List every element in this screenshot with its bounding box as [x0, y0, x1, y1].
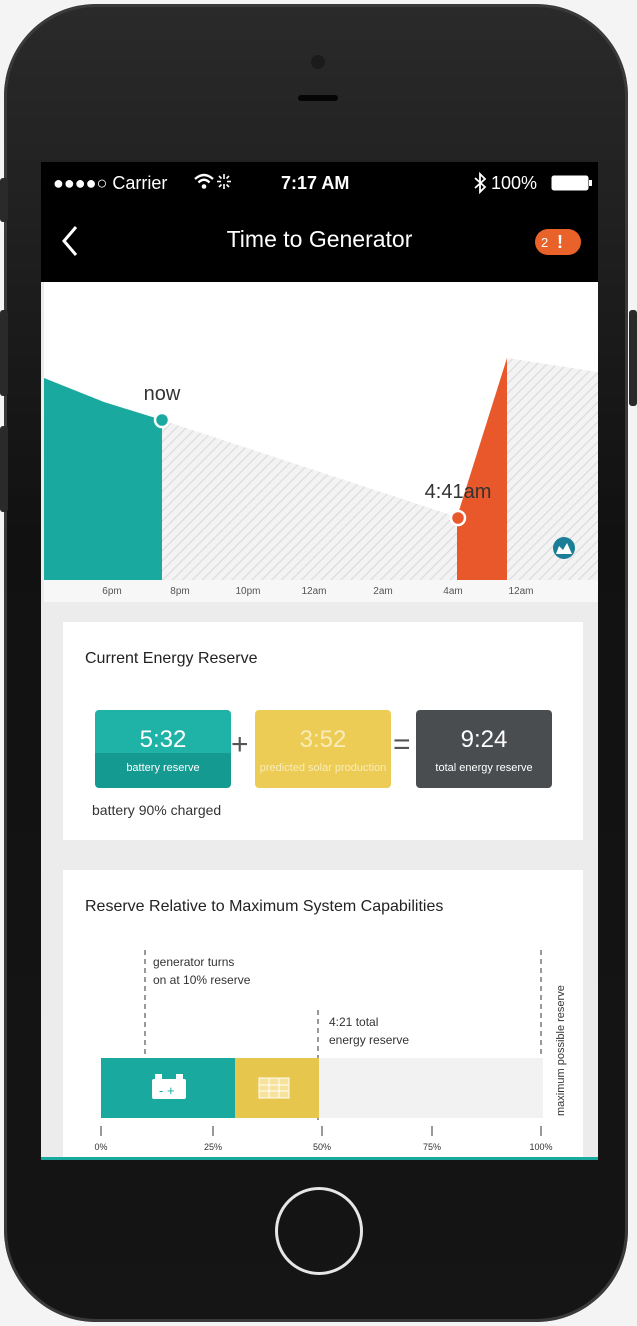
chart-view-icon[interactable] — [553, 537, 575, 559]
total-reserve-value: 9:24 — [460, 726, 508, 753]
battery-history-area — [44, 378, 162, 580]
earpiece-speaker — [298, 95, 338, 101]
volume-up-button — [0, 310, 8, 396]
percent-tick-label: 50% — [313, 1142, 331, 1152]
battery-charge-note: battery 90% charged — [92, 802, 222, 818]
battery-percent: 100% — [491, 173, 538, 193]
power-button — [629, 310, 637, 406]
tick-label: 12am — [508, 586, 533, 597]
projected-reserve-area — [162, 420, 457, 580]
alert-count: 2 — [541, 235, 549, 250]
status-bar: ●●●●○ Carrier 7:17 AM 100% — [41, 162, 598, 204]
solar-panel-icon — [258, 1077, 290, 1099]
percent-tick-label: 75% — [423, 1142, 441, 1152]
tick-label: 8pm — [170, 586, 189, 597]
tick-label: 12am — [301, 586, 326, 597]
timeline-chart: now 4:41am 6pm 8pm 10pm 12am 2am 4am 12a… — [44, 358, 598, 602]
solar-production-value: 3:52 — [299, 726, 347, 753]
tick-label: 2am — [373, 586, 392, 597]
percent-tick-label: 25% — [204, 1142, 222, 1152]
generator-start-marker[interactable] — [449, 509, 467, 527]
equals-sign: = — [393, 728, 411, 761]
phone-frame: ●●●●○ Carrier 7:17 AM 100% Time to Gener… — [0, 0, 637, 1326]
nav-bar: Time to Generator 2 ! — [41, 204, 598, 282]
carrier-label: ●●●●○ Carrier — [53, 173, 168, 193]
percent-tick-label: 0% — [94, 1142, 107, 1152]
clock: 7:17 AM — [281, 173, 350, 193]
mute-switch — [0, 178, 8, 222]
total-reserve-box[interactable]: 9:24 total energy reserve — [416, 710, 552, 788]
bottom-accent-line — [41, 1157, 598, 1160]
solar-production-label: predicted solar production — [259, 762, 387, 774]
tick-label: 4am — [443, 586, 462, 597]
app-screen: ●●●●○ Carrier 7:17 AM 100% Time to Gener… — [41, 162, 598, 1160]
battery-reserve-box[interactable]: 5:32 battery reserve — [95, 710, 231, 788]
volume-down-button — [0, 426, 8, 512]
page-title: Time to Generator — [226, 226, 413, 252]
time-to-generator-chart: now 4:41am 6pm 8pm 10pm 12am 2am 4am 12a… — [44, 282, 598, 602]
solar-production-box[interactable]: 3:52 predicted solar production — [255, 710, 391, 788]
bluetooth-icon — [473, 171, 487, 199]
battery-reserve-value: 5:32 — [139, 726, 187, 753]
generator-run-area — [457, 358, 507, 580]
svg-text:- +: - + — [159, 1083, 175, 1098]
total-note-line-2: energy reserve — [329, 1033, 409, 1047]
battery-reserve-label: battery reserve — [126, 762, 200, 774]
projected-recharge-area — [507, 358, 598, 580]
capabilities-bar-chart: generator turns on at 10% reserve 4:21 t… — [94, 950, 567, 1152]
percent-tick-label: 100% — [529, 1142, 552, 1152]
tick-label: 6pm — [102, 586, 121, 597]
generator-note-line-1: generator turns — [153, 955, 234, 969]
energy-reserve-card: Current Energy Reserve 5:32 battery rese… — [63, 622, 583, 840]
total-note-line-1: 4:21 total — [329, 1015, 378, 1029]
generator-note-line-2: on at 10% reserve — [153, 973, 251, 987]
now-marker[interactable] — [153, 411, 171, 429]
plus-sign: + — [231, 728, 249, 761]
home-button[interactable] — [275, 1187, 363, 1275]
now-label: now — [144, 383, 181, 405]
tick-label: 10pm — [235, 586, 260, 597]
generator-start-label: 4:41am — [425, 481, 492, 503]
exclamation-icon: ! — [557, 232, 563, 252]
alert-badge[interactable]: 2 ! — [535, 229, 581, 255]
total-reserve-label: total energy reserve — [435, 762, 533, 774]
wifi-icon — [193, 171, 231, 198]
energy-reserve-title: Current Energy Reserve — [85, 650, 258, 667]
front-camera — [311, 55, 325, 69]
capabilities-card: Reserve Relative to Maximum System Capab… — [63, 870, 583, 1160]
battery-icon — [551, 175, 595, 196]
max-reserve-label: maximum possible reserve — [555, 985, 567, 1116]
